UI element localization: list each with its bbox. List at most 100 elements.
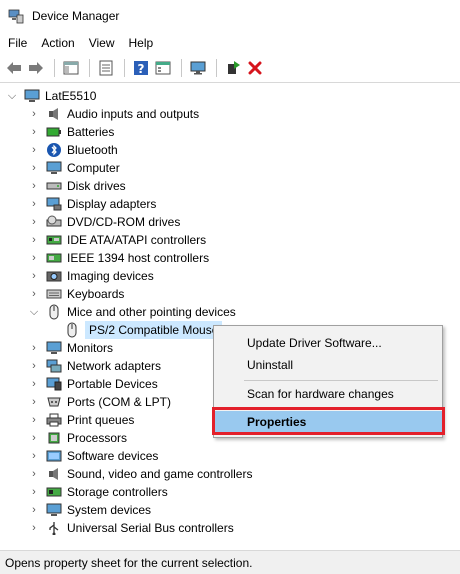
tree-item-network-adapters[interactable]: › Network adapters [28,357,161,375]
toolbar-separator [124,59,125,77]
tree-item-print-queues[interactable]: › Print queues [28,411,134,429]
menu-help[interactable]: Help [122,33,161,53]
tree-item-computer[interactable]: › Computer [28,159,120,177]
forward-arrow-icon[interactable] [26,58,46,78]
title-bar: Device Manager [0,0,460,31]
chevron-right-icon[interactable]: › [28,501,40,519]
tree-root-label: LatE5510 [45,89,97,103]
bluetooth-icon [46,142,62,158]
tree-item-disk-drives[interactable]: › Disk drives [28,177,126,195]
chevron-right-icon[interactable]: › [28,213,40,231]
tree-root[interactable]: ⌵ LatE5510 [6,87,97,105]
tree-item-display-adapters[interactable]: › Display adapters [28,195,156,213]
chevron-right-icon[interactable]: › [28,141,40,159]
tree-item-sound-video-and-game-controllers[interactable]: › Sound, video and game controllers [28,465,252,483]
toolbar-separator [54,59,55,77]
tree-child-ps2-mouse[interactable]: PS/2 Compatible Mouse [64,321,223,339]
svg-text:?: ? [138,62,145,76]
status-text: Opens property sheet for the current sel… [5,555,253,570]
tree-item-label: Software devices [67,449,159,463]
chevron-right-icon[interactable]: › [28,267,40,285]
device-manager-icon [8,9,24,23]
tree-item-processors[interactable]: › Processors [28,429,127,447]
menu-update-driver[interactable]: Update Driver Software... [214,332,442,354]
toolbar-separator [216,59,217,77]
chevron-down-icon[interactable]: ⌵ [6,87,18,105]
tree-item-label: Storage controllers [67,485,168,499]
chevron-right-icon[interactable]: › [28,231,40,249]
monitor-icon [46,340,62,356]
tree-item-label: System devices [67,503,152,517]
tree-item-keyboards[interactable]: › Keyboards [28,285,124,303]
view-details-icon[interactable] [153,58,173,78]
chevron-right-icon[interactable]: › [28,393,40,411]
disk-drive-icon [46,178,62,194]
tree-item-ieee-1394-host-controllers[interactable]: › IEEE 1394 host controllers [28,249,209,267]
tree-item-storage-controllers[interactable]: › Storage controllers [28,483,168,501]
tree-item-label: Batteries [67,125,115,139]
port-icon [46,394,62,410]
tree-item-system-devices[interactable]: › System devices [28,501,151,519]
chevron-right-icon[interactable]: › [28,195,40,213]
chevron-right-icon[interactable]: › [28,339,40,357]
menu-scan-hardware[interactable]: Scan for hardware changes [214,383,442,405]
chevron-right-icon[interactable]: › [28,411,40,429]
uninstall-device-icon[interactable] [245,58,265,78]
chevron-right-icon[interactable]: › [28,159,40,177]
properties-sheet-icon[interactable] [96,58,116,78]
device-tree[interactable]: ⌵ LatE5510 › Audio inputs and outputs › Bat… [0,82,460,548]
help-icon[interactable]: ? [131,58,151,78]
chevron-right-icon[interactable]: › [28,447,40,465]
menu-action[interactable]: Action [34,33,81,53]
tree-item-ide-ata-atapi-controllers[interactable]: › IDE ATA/ATAPI controllers [28,231,206,249]
tree-item-portable-devices[interactable]: › Portable Devices [28,375,158,393]
dvd-drive-icon [46,214,62,230]
tree-item-audio-inputs-and-outputs[interactable]: › Audio inputs and outputs [28,105,199,123]
menu-view[interactable]: View [82,33,122,53]
tree-item-label: Keyboards [67,287,125,301]
chevron-right-icon[interactable]: › [28,105,40,123]
tree-item-bluetooth[interactable]: › Bluetooth [28,141,118,159]
tree-item-label: IEEE 1394 host controllers [67,251,210,265]
sound-icon [46,466,62,482]
computer-icon [24,88,40,104]
computer-icon [46,160,62,176]
chevron-right-icon[interactable]: › [28,357,40,375]
mouse-icon [46,304,62,320]
software-device-icon [46,448,62,464]
network-adapter-icon [46,358,62,374]
battery-icon [46,124,62,140]
tree-item-dvd-cd-rom-drives[interactable]: › DVD/CD-ROM drives [28,213,180,231]
tree-item-label: Imaging devices [67,269,154,283]
tree-item-software-devices[interactable]: › Software devices [28,447,158,465]
chevron-right-icon[interactable]: › [28,177,40,195]
show-hide-console-tree-icon[interactable] [61,58,81,78]
chevron-right-icon[interactable]: › [28,483,40,501]
tree-item-label: DVD/CD-ROM drives [67,215,181,229]
tree-item-label: Audio inputs and outputs [67,107,200,121]
chevron-right-icon[interactable]: › [28,285,40,303]
update-driver-icon[interactable] [223,58,243,78]
chevron-right-icon[interactable]: › [28,375,40,393]
tree-item-ports-com-lpt[interactable]: › Ports (COM & LPT) [28,393,171,411]
chevron-right-icon[interactable]: › [28,465,40,483]
chevron-down-icon[interactable]: ⌵ [28,303,40,321]
chevron-right-icon[interactable]: › [28,429,40,447]
tree-item-imaging-devices[interactable]: › Imaging devices [28,267,154,285]
menu-uninstall[interactable]: Uninstall [214,354,442,376]
window-title: Device Manager [32,8,120,23]
tree-item-monitors[interactable]: › Monitors [28,339,113,357]
tree-item-label: Mice and other pointing devices [67,305,236,319]
tree-item-universal-serial-bus-controllers[interactable]: › Universal Serial Bus controllers [28,519,234,537]
scan-hardware-monitor-icon[interactable] [188,58,208,78]
display-adapter-icon [46,196,62,212]
back-arrow-icon[interactable] [4,58,24,78]
chevron-right-icon[interactable]: › [28,123,40,141]
tree-item-mice-and-other-pointing-devices[interactable]: ⌵ Mice and other pointing devices [28,303,236,321]
keyboard-icon [46,286,62,302]
chevron-right-icon[interactable]: › [28,519,40,537]
printer-icon [46,412,62,428]
tree-item-batteries[interactable]: › Batteries [28,123,114,141]
menu-file[interactable]: File [0,33,34,53]
chevron-right-icon[interactable]: › [28,249,40,267]
